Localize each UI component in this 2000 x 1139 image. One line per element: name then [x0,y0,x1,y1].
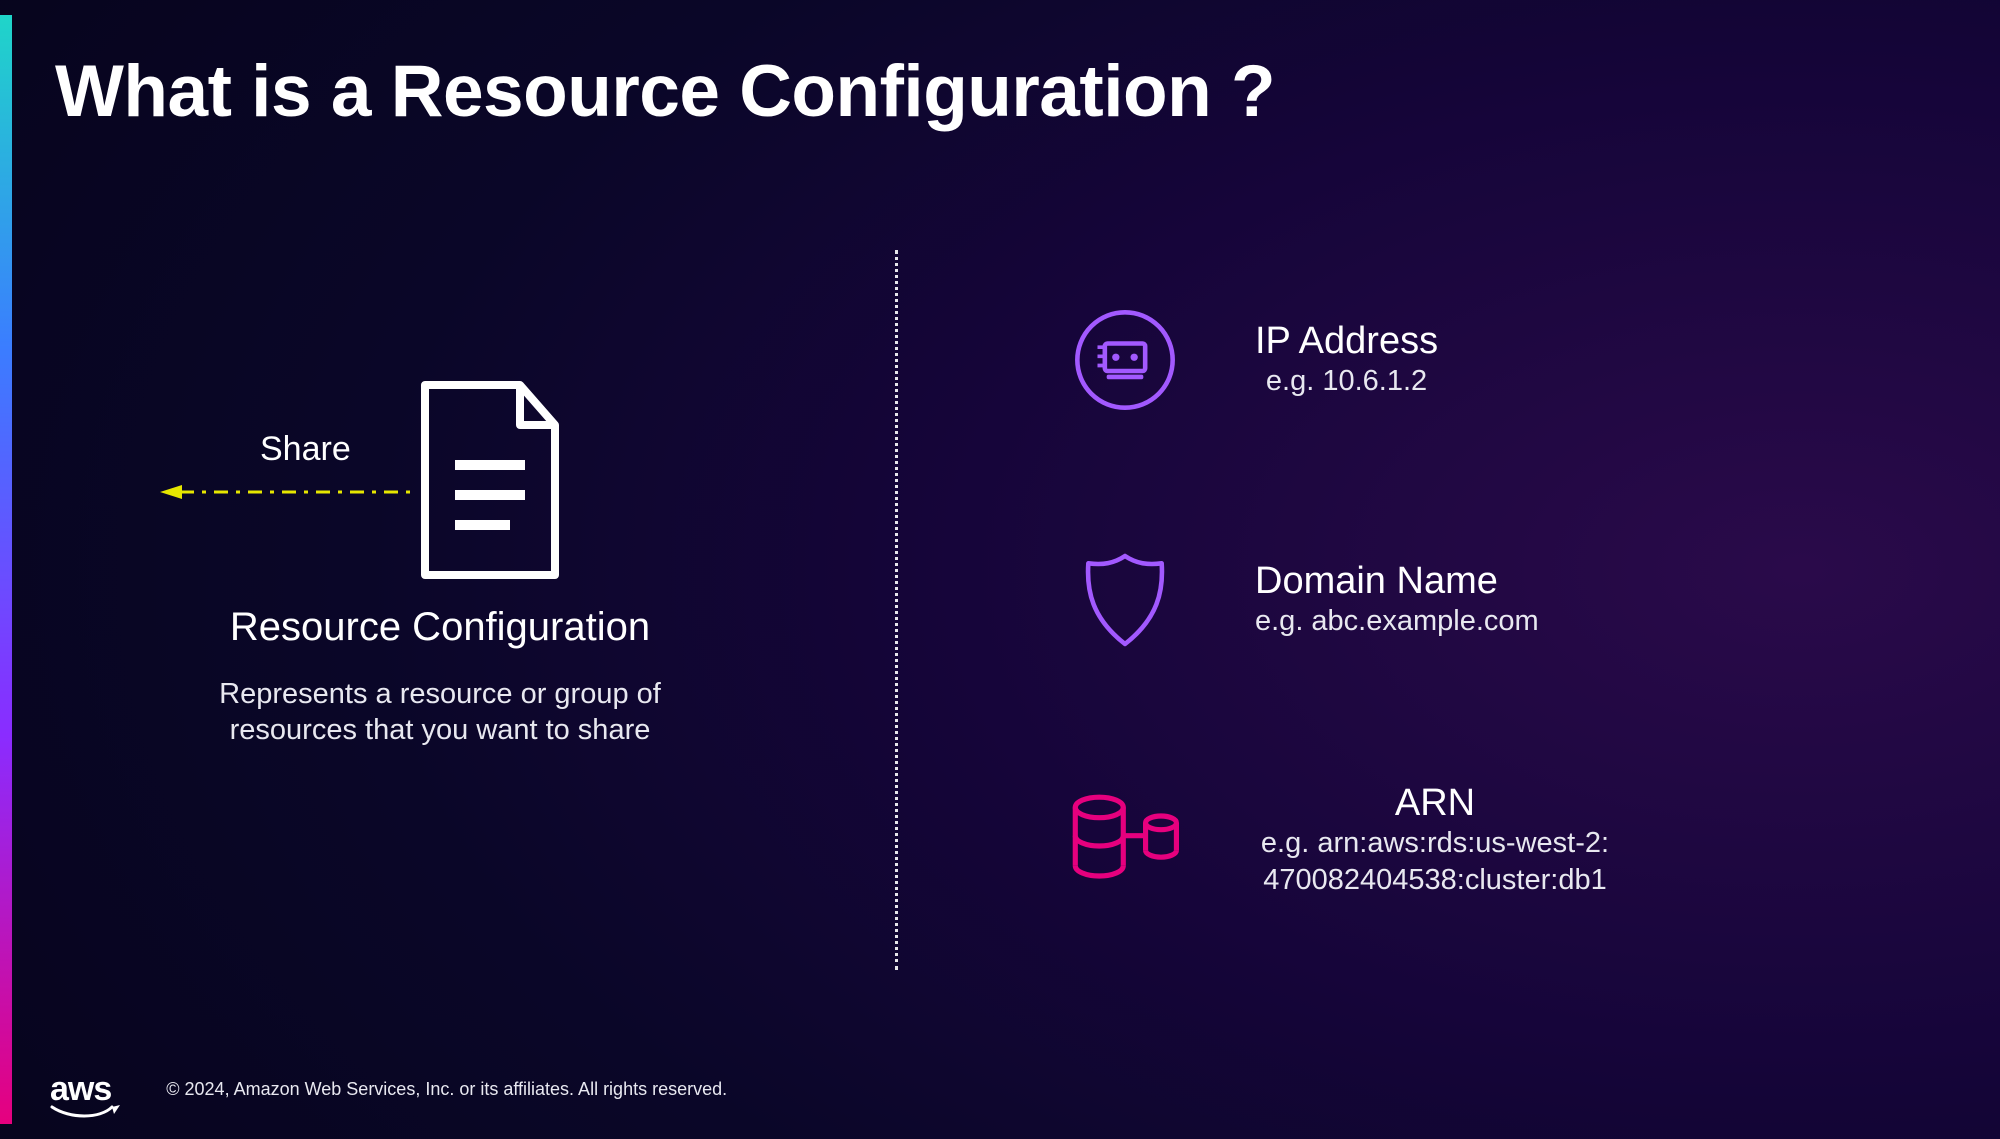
domain-name-icon [1065,540,1185,660]
footer: aws © 2024, Amazon Web Services, Inc. or… [50,1070,727,1109]
accent-bar [0,15,12,1124]
item-domain-name: Domain Name e.g. abc.example.com [1065,540,1765,660]
right-panel: IP Address e.g. 10.6.1.2 Domain Name e.g… [1065,300,1765,900]
vertical-divider [895,250,898,970]
resource-config-description: Represents a resource or group of resour… [200,676,680,749]
share-label: Share [260,430,351,469]
ip-address-icon [1065,300,1185,420]
document-icon [415,380,565,580]
arn-icon [1065,780,1185,900]
arn-subtitle: e.g. arn:aws:rds:us-west-2: 470082404538… [1225,825,1645,898]
arn-title: ARN [1225,782,1645,825]
copyright-text: © 2024, Amazon Web Services, Inc. or its… [166,1079,727,1100]
domain-name-subtitle: e.g. abc.example.com [1255,603,1539,639]
item-ip-address: IP Address e.g. 10.6.1.2 [1065,300,1765,420]
share-arrow-icon [160,482,415,502]
ip-address-title: IP Address [1255,320,1438,363]
slide-title: What is a Resource Configuration ? [55,50,1275,133]
slide: What is a Resource Configuration ? Share… [0,0,2000,1139]
item-arn: ARN e.g. arn:aws:rds:us-west-2: 47008240… [1065,780,1765,900]
resource-config-heading: Resource Configuration [160,605,720,650]
domain-name-title: Domain Name [1255,560,1539,603]
aws-smile-icon [50,1105,120,1119]
aws-logo-text: aws [50,1070,111,1108]
aws-logo: aws [50,1070,111,1109]
ip-address-subtitle: e.g. 10.6.1.2 [1255,363,1438,399]
